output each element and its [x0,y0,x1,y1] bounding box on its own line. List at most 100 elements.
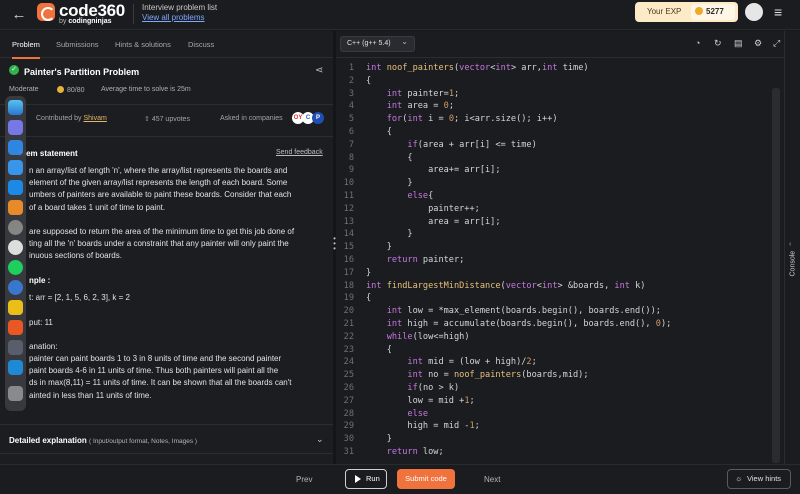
code-line[interactable]: if(no > k) [366,383,459,393]
safari-icon[interactable] [8,140,23,155]
company-logo-paypal[interactable]: P [312,112,324,124]
code360-logo-icon[interactable] [37,3,55,21]
line-number: 2 [348,75,354,86]
editor-scrollbar[interactable] [772,88,780,463]
code-line[interactable]: } [366,229,412,239]
code-line[interactable]: } [366,268,371,278]
line-number: 15 [343,242,354,253]
code-line[interactable]: if(area + arr[i] <= time) [366,140,536,150]
code-line[interactable]: painter++; [366,204,480,214]
bottom-bar: Prev Run Submit code Next View hints [0,464,800,494]
system-settings-icon[interactable] [8,220,23,235]
tab-problem[interactable]: Problem [12,40,40,59]
line-number: 19 [343,293,354,304]
tab-discuss[interactable]: Discuss [188,40,214,49]
chrome-icon[interactable] [8,240,23,255]
exp-widget[interactable]: Your EXP 5277 [635,2,738,22]
view-hints-button[interactable]: View hints [727,469,791,489]
code-line[interactable]: int high = accumulate(boards.begin(), bo… [366,319,672,329]
layout-icon[interactable]: ▤ [734,38,743,49]
send-feedback-link[interactable]: Send feedback [276,149,323,156]
back-arrow-icon[interactable]: ← [10,6,28,24]
trash-icon[interactable] [8,386,23,401]
code-line[interactable]: int findLargestMinDistance(vector<int> &… [366,281,645,291]
detailed-explanation-toggle[interactable]: Detailed explanation ( Input/output form… [9,436,197,445]
line-number: 25 [343,370,354,381]
preview-icon[interactable] [8,340,23,355]
code-line[interactable]: { [366,127,392,137]
chevron-down-icon[interactable]: ⌄ [316,434,324,445]
divider [133,4,134,24]
settings-gear-icon[interactable]: ⚙ [754,38,762,49]
brave-icon[interactable] [8,320,23,335]
code-line[interactable]: area = arr[i]; [366,217,500,227]
share-icon[interactable]: ⋖ [315,65,323,76]
code-line[interactable]: int low = *max_element(boards.begin(), b… [366,306,661,316]
code-line[interactable]: else [366,409,428,419]
line-number: 27 [343,395,354,406]
code-line[interactable]: int painter=1; [366,89,459,99]
notes-icon[interactable] [8,300,23,315]
explanation-heading: anation: [29,342,58,351]
code-line[interactable]: high = mid -1; [366,421,479,431]
code-line[interactable]: { [366,76,371,86]
upvote-count[interactable]: ⇧ 457 upvotes [144,115,190,123]
prev-button[interactable]: Prev [296,475,312,484]
code-line[interactable]: { [366,153,412,163]
statement-paragraph-2: are supposed to return the area of the m… [29,227,295,261]
tab-hints-solutions[interactable]: Hints & solutions [115,40,171,49]
view-all-problems-link[interactable]: View all problems [142,13,205,22]
timer-icon[interactable]: ◔ [695,38,700,48]
code-line[interactable]: low = mid +1; [366,396,474,406]
hamburger-menu-icon[interactable]: ≡ [774,5,786,19]
code-line[interactable]: int mid = (low + high)/2; [366,357,536,367]
avatar[interactable] [745,3,763,21]
submit-code-button[interactable]: Submit code [397,469,455,489]
code-line[interactable]: int noof_painters(vector<int> arr,int ti… [366,63,589,73]
code-line[interactable]: int area = 0; [366,101,454,111]
score-label: 80/80 [57,86,85,94]
code-line[interactable]: { [366,345,392,355]
contributor-link[interactable]: Shivam [83,115,106,122]
code-line[interactable]: area+= arr[i]; [366,165,500,175]
run-button[interactable]: Run [345,469,387,489]
reset-icon[interactable]: ↻ [714,38,722,49]
vscode-icon[interactable] [8,360,23,375]
code-line[interactable]: { [366,293,371,303]
line-number: 12 [343,203,354,214]
magnifier-icon[interactable] [8,280,23,295]
console-toggle[interactable]: ‹ Console [784,31,800,464]
tab-submissions[interactable]: Submissions [56,40,99,49]
code-line[interactable]: return low; [366,447,444,457]
language-select[interactable]: C++ (g++ 5.4) [340,35,415,52]
code-line[interactable]: } [366,242,392,252]
launchpad-icon[interactable] [8,120,23,135]
example-heading: nple : [29,276,51,285]
line-number: 6 [348,127,354,137]
line-number: 16 [343,255,354,265]
line-number: 9 [348,165,354,176]
line-number: 11 [343,191,354,201]
fullscreen-icon[interactable]: ⤢ [773,38,780,49]
editor-toolbar: C++ (g++ 5.4) ◔ ↻ ▤ ⚙ ⤢ [336,31,784,58]
code-area[interactable]: 1 int noof_painters(vector<int> arr,int t… [336,58,784,464]
line-number: 31 [343,447,354,457]
contributor-label: Contributed by Shivam [36,115,107,122]
mail-icon[interactable] [8,160,23,175]
code-line[interactable]: for(int i = 0; i<arr.size(); i++) [366,114,558,124]
finder-icon[interactable] [8,100,23,115]
code-line[interactable]: int no = noof_painters(boards,mid); [366,370,588,380]
line-number: 8 [348,152,354,163]
line-number: 13 [343,216,354,227]
app-store-icon[interactable] [8,180,23,195]
code-line[interactable]: while(low<=high) [366,332,470,342]
code-line[interactable]: } [366,178,412,188]
next-button[interactable]: Next [484,475,500,484]
spotify-icon[interactable] [8,260,23,275]
code-line[interactable]: return painter; [366,255,465,265]
code-line[interactable]: else{ [366,191,433,201]
books-icon[interactable] [8,200,23,215]
line-number: 18 [343,280,354,291]
line-number: 4 [348,101,354,112]
code-line[interactable]: } [366,434,392,444]
